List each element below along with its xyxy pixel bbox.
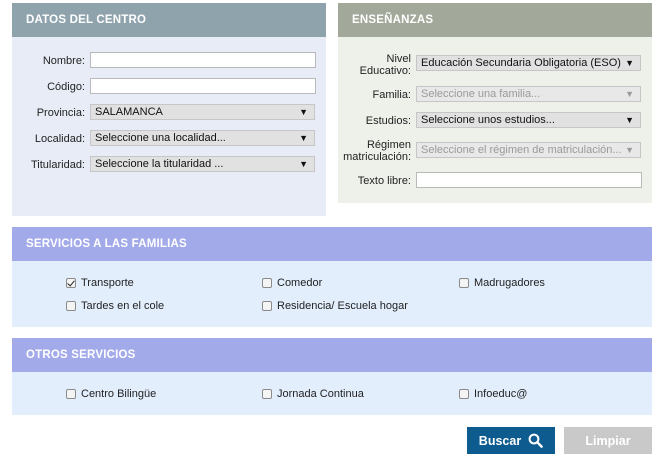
provincia-select-value: SALAMANCA — [95, 106, 163, 118]
infoeduc-label: Infoeduc@ — [474, 388, 528, 400]
nivel-educativo-select[interactable]: Educación Secundaria Obligatoria (ESO) ▼ — [416, 55, 641, 71]
madrugadores-label: Madrugadores — [474, 277, 545, 289]
familia-select[interactable]: Seleccione una familia... ▼ — [416, 86, 641, 102]
otros-servicios-panel: OTROS SERVICIOS — [12, 338, 652, 415]
residencia-label: Residencia/ Escuela hogar — [277, 300, 408, 312]
chevron-down-icon: ▼ — [625, 145, 634, 155]
titularidad-select[interactable]: Seleccione la titularidad ... ▼ — [90, 156, 315, 172]
transporte-label: Transporte — [81, 277, 134, 289]
infoeduc-checkbox-row[interactable]: Infoeduc@ — [459, 388, 527, 400]
jornada-continua-checkbox-row[interactable]: Jornada Continua — [262, 388, 364, 400]
buscar-button[interactable]: Buscar — [467, 427, 555, 454]
chevron-down-icon: ▼ — [299, 133, 308, 143]
infoeduc-checkbox[interactable] — [459, 389, 469, 399]
comedor-label: Comedor — [277, 277, 323, 289]
texto-libre-label: Texto libre: — [357, 175, 411, 187]
estudios-label: Estudios: — [365, 115, 411, 127]
chevron-down-icon: ▼ — [625, 115, 634, 125]
provincia-select[interactable]: SALAMANCA ▼ — [90, 104, 315, 120]
centro-bilingue-checkbox-row[interactable]: Centro Bilingüe — [66, 388, 156, 400]
centro-bilingue-label: Centro Bilingüe — [81, 388, 157, 400]
madrugadores-checkbox[interactable] — [459, 278, 469, 288]
servicios-familias-title: SERVICIOS A LAS FAMILIAS — [26, 238, 187, 250]
comedor-checkbox-row[interactable]: Comedor — [262, 277, 322, 289]
familia-select-value: Seleccione una familia... — [421, 88, 541, 100]
tardes-cole-checkbox[interactable] — [66, 301, 76, 311]
transporte-checkbox[interactable] — [66, 278, 76, 288]
estudios-select-value: Seleccione unos estudios... — [421, 114, 555, 126]
chevron-down-icon: ▼ — [625, 89, 634, 99]
tardes-cole-checkbox-row[interactable]: Tardes en el cole — [66, 300, 164, 312]
buscar-button-label: Buscar — [478, 433, 522, 448]
codigo-input[interactable] — [90, 78, 316, 94]
nivel-educativo-value: Educación Secundaria Obligatoria (ESO) — [421, 57, 621, 69]
chevron-down-icon: ▼ — [299, 159, 308, 169]
codigo-label: Código: — [47, 81, 85, 93]
nivel-educativo-label: Nivel Educativo: — [359, 53, 411, 77]
tardes-cole-label: Tardes en el cole — [81, 300, 165, 312]
regimen-select[interactable]: Seleccione el régimen de matriculación..… — [416, 142, 641, 158]
otros-servicios-header: OTROS SERVICIOS — [12, 338, 652, 372]
residencia-checkbox-row[interactable]: Residencia/ Escuela hogar — [262, 300, 408, 312]
estudios-select[interactable]: Seleccione unos estudios... ▼ — [416, 112, 641, 128]
jornada-continua-label: Jornada Continua — [277, 388, 364, 400]
regimen-select-value: Seleccione el régimen de matriculación..… — [421, 144, 622, 156]
localidad-select-value: Seleccione una localidad... — [95, 132, 226, 144]
limpiar-button-label: Limpiar — [585, 433, 631, 448]
texto-libre-input[interactable] — [416, 172, 642, 188]
nombre-label: Nombre: — [42, 55, 85, 67]
servicios-familias-header: SERVICIOS A LAS FAMILIAS — [12, 227, 652, 261]
limpiar-button[interactable]: Limpiar — [564, 427, 652, 454]
otros-servicios-title: OTROS SERVICIOS — [26, 349, 136, 361]
ensenanzas-header: ENSEÑANZAS — [338, 3, 652, 37]
chevron-down-icon: ▼ — [625, 58, 634, 68]
search-icon — [528, 433, 543, 448]
jornada-continua-checkbox[interactable] — [262, 389, 272, 399]
familia-label: Familia: — [372, 89, 411, 101]
datos-centro-title: DATOS DEL CENTRO — [26, 14, 147, 26]
comedor-checkbox[interactable] — [262, 278, 272, 288]
titularidad-select-value: Seleccione la titularidad ... — [95, 158, 224, 170]
residencia-checkbox[interactable] — [262, 301, 272, 311]
madrugadores-checkbox-row[interactable]: Madrugadores — [459, 277, 545, 289]
ensenanzas-title: ENSEÑANZAS — [352, 14, 434, 26]
centro-bilingue-checkbox[interactable] — [66, 389, 76, 399]
localidad-label: Localidad: — [34, 133, 85, 145]
titularidad-label: Titularidad: — [30, 159, 85, 171]
chevron-down-icon: ▼ — [299, 107, 308, 117]
nombre-input[interactable] — [90, 52, 316, 68]
datos-centro-header: DATOS DEL CENTRO — [12, 3, 326, 37]
transporte-checkbox-row[interactable]: Transporte — [66, 277, 134, 289]
localidad-select[interactable]: Seleccione una localidad... ▼ — [90, 130, 315, 146]
provincia-label: Provincia: — [36, 107, 85, 119]
regimen-label: Régimen matriculación: — [343, 139, 411, 163]
